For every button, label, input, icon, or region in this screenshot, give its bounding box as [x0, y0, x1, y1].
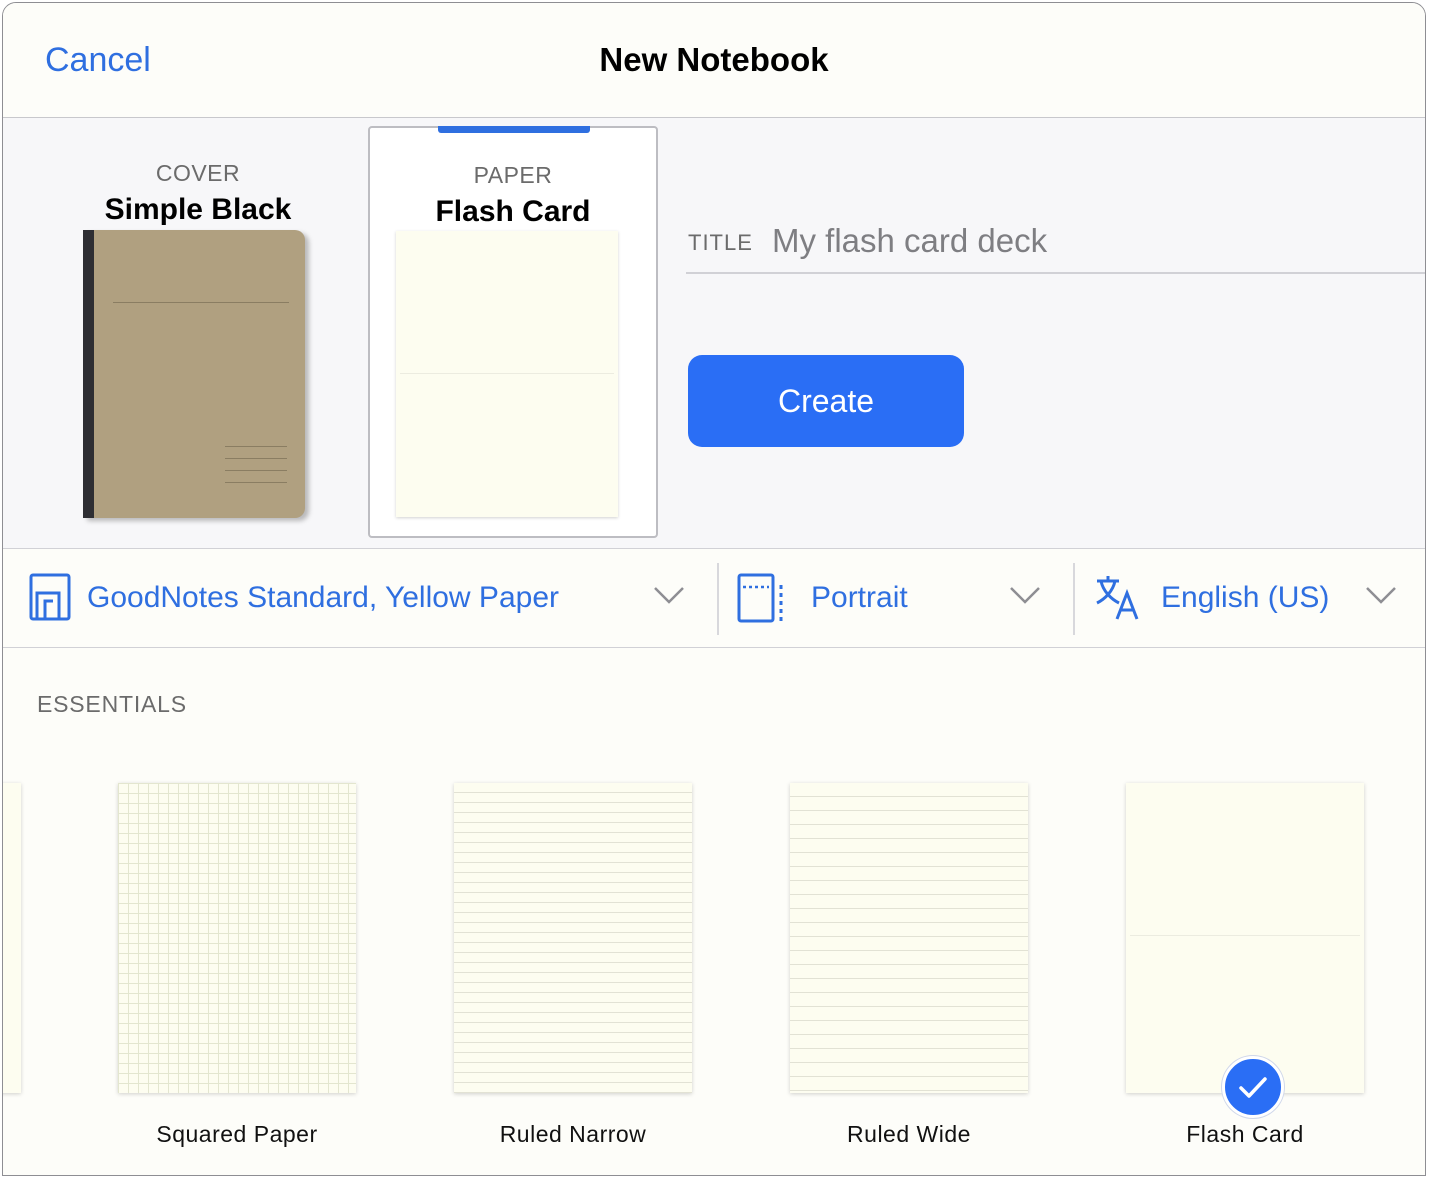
- paper-kicker: PAPER: [473, 162, 553, 188]
- orientation-icon: [737, 573, 783, 623]
- template-label-ruled-wide: Ruled Wide: [847, 1121, 971, 1147]
- template-label-ruled-narrow: Ruled Narrow: [499, 1121, 647, 1147]
- page-title: New Notebook: [599, 41, 829, 78]
- options-bar: GoodNotes Standard, Yellow Paper Portrai…: [3, 549, 1425, 648]
- template-label-squared: Squared Paper: [156, 1121, 318, 1147]
- chevron-down-icon: [654, 587, 684, 604]
- paper-template-partial[interactable]: [3, 783, 21, 1093]
- checkmark-icon: [1239, 1077, 1267, 1098]
- paper-template-squared[interactable]: [118, 783, 356, 1093]
- cover-picker[interactable]: COVER Simple Black: [63, 118, 333, 518]
- new-notebook-sheet: Cancel New Notebook COVER Simple Black P…: [2, 2, 1426, 1176]
- language-selector[interactable]: English (US): [1075, 549, 1425, 647]
- paper-selected-indicator: [438, 126, 590, 133]
- chevron-down-icon: [1010, 587, 1040, 604]
- cover-thumbnail[interactable]: [83, 230, 305, 518]
- template-icon: [29, 573, 71, 621]
- translate-icon: [1096, 576, 1139, 620]
- template-label: GoodNotes Standard, Yellow Paper: [87, 581, 559, 614]
- cover-name: Simple Black: [104, 193, 292, 226]
- title-field: TITLE: [686, 218, 1425, 274]
- cover-kicker: COVER: [155, 160, 241, 186]
- orientation-selector[interactable]: Portrait: [719, 549, 1073, 647]
- title-input[interactable]: [770, 218, 1414, 264]
- notebook-preview-section: COVER Simple Black PAPER Flash Card TITL…: [3, 118, 1425, 549]
- language-label: English (US): [1161, 581, 1330, 614]
- header-bar: Cancel New Notebook: [3, 3, 1425, 118]
- paper-template-ruled-narrow[interactable]: [454, 783, 692, 1093]
- create-button[interactable]: Create: [688, 355, 964, 447]
- essentials-heading: ESSENTIALS: [37, 691, 187, 717]
- paper-template-flash-card[interactable]: [1126, 783, 1364, 1093]
- cover-label-lines: [225, 446, 287, 484]
- selected-checkmark: [1222, 1056, 1284, 1118]
- title-label: TITLE: [688, 230, 753, 255]
- orientation-label: Portrait: [811, 581, 908, 614]
- paper-thumbnail: [396, 231, 618, 517]
- flash-card-divider: [400, 373, 614, 374]
- template-label-flash-card: Flash Card: [1186, 1121, 1304, 1147]
- paper-template-ruled-wide[interactable]: [790, 783, 1028, 1093]
- cover-spine: [83, 230, 94, 518]
- paper-picker[interactable]: PAPER Flash Card: [368, 126, 658, 538]
- cover-title-line: [113, 302, 289, 303]
- template-selector[interactable]: GoodNotes Standard, Yellow Paper: [3, 549, 717, 647]
- paper-name: Flash Card: [435, 195, 591, 228]
- flash-card-divider: [1130, 935, 1360, 936]
- chevron-down-icon: [1366, 587, 1396, 604]
